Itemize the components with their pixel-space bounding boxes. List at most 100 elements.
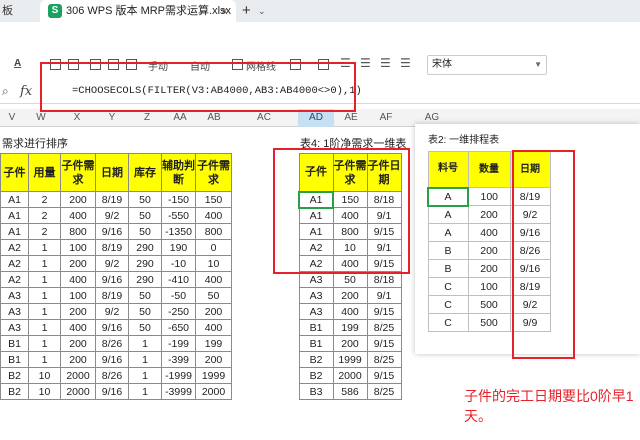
table-cell[interactable]: 8/18: [366, 271, 402, 288]
table-cell[interactable]: 200: [195, 303, 232, 320]
column-header-w[interactable]: W: [24, 109, 58, 127]
column-header-v[interactable]: V: [0, 109, 24, 127]
image-icon[interactable]: [108, 59, 119, 70]
table-cell[interactable]: A: [427, 205, 469, 224]
table-cell[interactable]: A3: [0, 303, 29, 320]
table-cell[interactable]: -410: [161, 271, 196, 288]
font-name-select[interactable]: 宋体 ▼: [427, 55, 547, 75]
table-cell[interactable]: 9/15: [366, 255, 402, 272]
table-cell[interactable]: -1350: [161, 223, 196, 240]
table-cell[interactable]: 50: [128, 223, 162, 240]
table-cell[interactable]: -3999: [161, 383, 196, 400]
table-cell[interactable]: 200: [332, 335, 368, 352]
table-cell[interactable]: 9/15: [366, 367, 402, 384]
table-cell[interactable]: -1999: [161, 367, 196, 384]
table-cell[interactable]: A3: [0, 319, 29, 336]
table-cell[interactable]: 500: [467, 313, 511, 332]
table-cell[interactable]: 9/2: [509, 295, 551, 314]
table-cell[interactable]: 200: [195, 351, 232, 368]
table-cell[interactable]: 400: [60, 271, 96, 288]
table-cell[interactable]: 9/2: [95, 207, 129, 224]
table-cell[interactable]: 2: [28, 223, 61, 240]
table-cell[interactable]: 9/2: [95, 303, 129, 320]
table-cell[interactable]: 50: [128, 207, 162, 224]
table-cell[interactable]: 200: [60, 191, 96, 208]
table-cell[interactable]: 50: [128, 191, 162, 208]
table-cell[interactable]: 400: [195, 319, 232, 336]
table-cell[interactable]: 400: [60, 319, 96, 336]
table-cell[interactable]: 1: [28, 255, 61, 272]
auto-calc-button[interactable]: 自动: [190, 58, 210, 73]
table-cell[interactable]: 1: [28, 271, 61, 288]
column-header-ad[interactable]: AD: [298, 109, 334, 127]
table-cell[interactable]: -10: [161, 255, 196, 272]
table-cell[interactable]: 400: [332, 255, 368, 272]
table-cell[interactable]: 0: [195, 239, 232, 256]
table-cell[interactable]: C: [427, 313, 469, 332]
table-cell[interactable]: 8/25: [366, 319, 402, 336]
table-cell[interactable]: 150: [332, 191, 368, 208]
table-cell[interactable]: A1: [0, 223, 29, 240]
table-cell[interactable]: 1999: [332, 351, 368, 368]
table-cell[interactable]: -199: [161, 335, 196, 352]
table-cell[interactable]: 400: [60, 207, 96, 224]
cell-format-icon[interactable]: [50, 59, 61, 70]
table-cell[interactable]: 9/1: [366, 207, 402, 224]
chevron-down-icon[interactable]: ⌄: [258, 0, 266, 22]
table-cell[interactable]: 9/16: [509, 259, 551, 278]
table-cell[interactable]: 100: [467, 187, 511, 206]
table-cell[interactable]: 199: [332, 319, 368, 336]
table-cell[interactable]: B3: [298, 383, 334, 400]
table-cell[interactable]: 9/16: [95, 223, 129, 240]
table-cell[interactable]: 1: [28, 319, 61, 336]
add-tab-icon[interactable]: +: [242, 0, 251, 21]
table-cell[interactable]: 2000: [332, 367, 368, 384]
table-cell[interactable]: A3: [298, 271, 334, 288]
table-cell[interactable]: B2: [0, 383, 29, 400]
table-cell[interactable]: B1: [0, 351, 29, 368]
table-cell[interactable]: A2: [0, 239, 29, 256]
wrap-icon[interactable]: [318, 59, 329, 70]
table-cell[interactable]: -650: [161, 319, 196, 336]
table-cell[interactable]: -50: [161, 287, 196, 304]
table-cell[interactable]: 200: [60, 335, 96, 352]
table-cell[interactable]: A1: [0, 191, 29, 208]
table-cell[interactable]: 100: [467, 277, 511, 296]
table-cell[interactable]: 8/26: [95, 335, 129, 352]
table-cell[interactable]: 8/19: [509, 187, 551, 206]
table-cell[interactable]: 8/26: [509, 241, 551, 260]
table-cell[interactable]: 290: [128, 239, 162, 256]
table-cell[interactable]: 8/19: [95, 191, 129, 208]
table-cell[interactable]: 9/16: [95, 319, 129, 336]
table-cell[interactable]: B2: [0, 367, 29, 384]
table-cell[interactable]: 2000: [60, 367, 96, 384]
table-cell[interactable]: 2: [28, 207, 61, 224]
table-cell[interactable]: 9/1: [366, 239, 402, 256]
table-cell[interactable]: A2: [298, 239, 334, 256]
table-cell[interactable]: B: [427, 259, 469, 278]
table-cell[interactable]: 500: [467, 295, 511, 314]
calc-icon[interactable]: [126, 59, 137, 70]
table-cell[interactable]: 50: [195, 287, 232, 304]
font-color-button[interactable]: A: [14, 58, 21, 69]
column-header-ac[interactable]: AC: [232, 109, 296, 127]
table-cell[interactable]: 50: [128, 287, 162, 304]
table-cell[interactable]: 9/16: [95, 383, 129, 400]
table-cell[interactable]: 290: [128, 255, 162, 272]
table-cell[interactable]: 8/19: [95, 287, 129, 304]
table-cell[interactable]: 200: [467, 205, 511, 224]
table-cell[interactable]: 400: [332, 207, 368, 224]
table-cell[interactable]: A2: [0, 255, 29, 272]
table-cell[interactable]: 200: [467, 259, 511, 278]
fx-icon[interactable]: fx: [20, 84, 32, 99]
table-cell[interactable]: 290: [128, 271, 162, 288]
gridlines-checkbox[interactable]: [232, 59, 243, 70]
table-cell[interactable]: 1999: [195, 367, 232, 384]
table-cell[interactable]: A2: [0, 271, 29, 288]
table-cell[interactable]: 9/16: [509, 223, 551, 242]
table-cell[interactable]: 199: [195, 335, 232, 352]
table-cell[interactable]: 1: [28, 287, 61, 304]
table-cell[interactable]: 1: [28, 351, 61, 368]
table-cell[interactable]: B1: [298, 335, 334, 352]
table-cell[interactable]: B2: [298, 367, 334, 384]
